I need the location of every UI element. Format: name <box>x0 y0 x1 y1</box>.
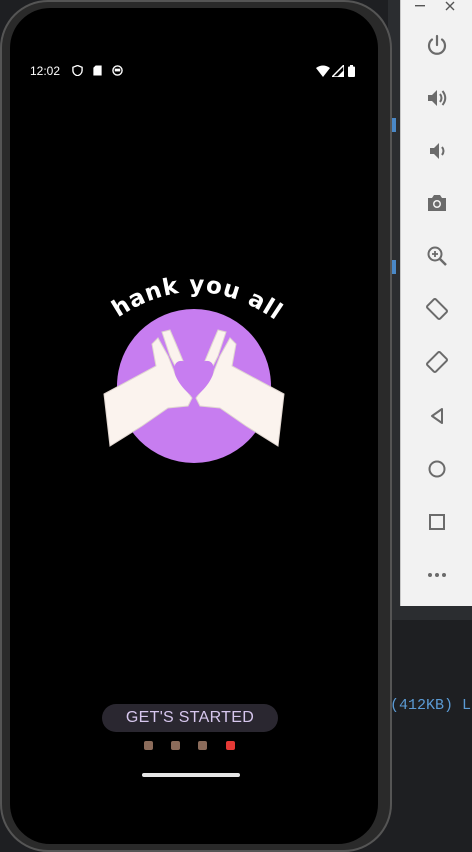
signal-icon <box>332 65 344 77</box>
emulator-device-frame: 12:02 hank you all GET'S STARTED <box>0 0 392 852</box>
page-dot[interactable] <box>144 741 153 750</box>
minimize-icon[interactable] <box>415 5 425 7</box>
home-icon <box>428 460 446 478</box>
page-dot[interactable] <box>198 741 207 750</box>
overview-icon <box>429 514 445 530</box>
toolbar-window-controls <box>401 0 472 14</box>
console-log-line: (412KB) L <box>390 697 472 714</box>
camera-icon <box>428 195 446 211</box>
more-icon <box>428 573 446 577</box>
desktop: (412KB) L 12:02 hank you all GET'S START… <box>0 0 472 852</box>
thank-you-illustration: Thank you all! <box>96 266 286 463</box>
rotate-right-icon <box>426 351 448 373</box>
gesture-nav-bar[interactable] <box>142 773 240 777</box>
page-indicator <box>144 741 240 751</box>
sim-card-icon <box>93 65 102 76</box>
screenshot-button[interactable] <box>419 185 455 221</box>
power-button[interactable] <box>419 27 455 63</box>
volume-up-icon <box>428 90 447 106</box>
zoom-icon <box>427 246 447 266</box>
more-button[interactable] <box>419 557 455 593</box>
device-screen[interactable]: 12:02 hank you all GET'S STARTED <box>10 8 378 844</box>
zoom-button[interactable] <box>419 238 455 274</box>
ide-console-panel <box>388 620 472 852</box>
page-dot-active[interactable] <box>226 741 235 750</box>
overview-button[interactable] <box>419 504 455 540</box>
status-time: 12:02 <box>30 64 61 78</box>
back-icon <box>431 408 443 424</box>
volume-down-icon <box>430 143 445 159</box>
power-icon <box>427 34 447 55</box>
wifi-icon <box>316 65 330 77</box>
volume-down-button[interactable] <box>419 133 455 169</box>
rotate-left-icon <box>426 298 448 320</box>
home-button[interactable] <box>419 451 455 487</box>
get-started-button[interactable]: GET'S STARTED <box>102 704 278 732</box>
back-button[interactable] <box>419 398 455 434</box>
rotate-left-button[interactable] <box>419 291 455 327</box>
shield-icon <box>72 65 83 76</box>
status-right-icons <box>316 65 356 77</box>
volume-up-button[interactable] <box>419 80 455 116</box>
close-icon[interactable] <box>445 1 455 11</box>
emulator-toolbar <box>400 0 472 606</box>
status-bar: 12:02 <box>30 64 356 80</box>
rotate-right-button[interactable] <box>419 344 455 380</box>
face-icon <box>112 65 123 76</box>
battery-icon <box>348 65 355 77</box>
page-dot[interactable] <box>171 741 180 750</box>
